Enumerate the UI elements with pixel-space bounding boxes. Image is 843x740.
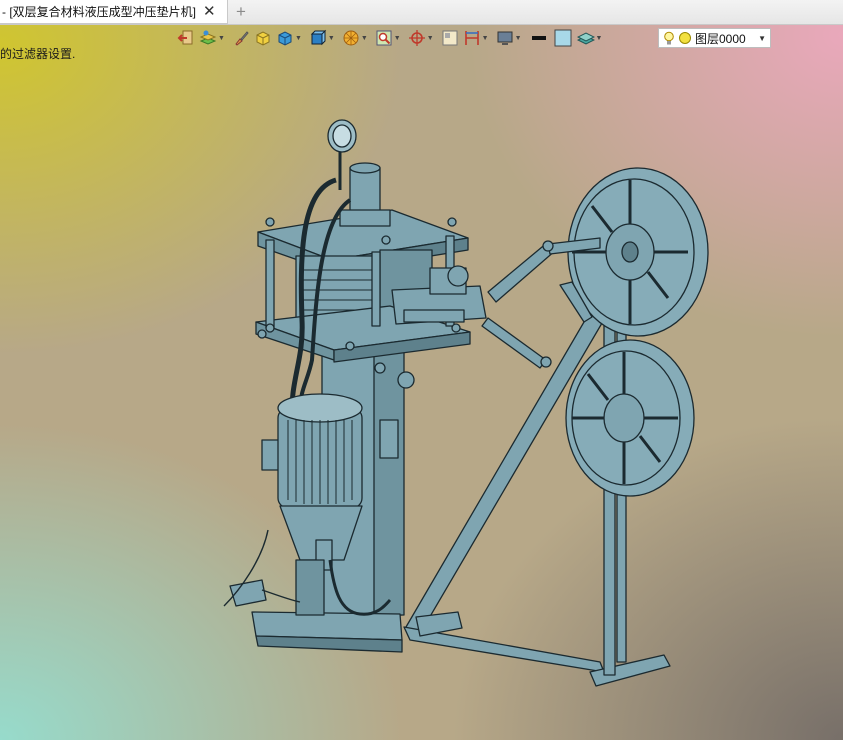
control-box [379, 419, 399, 459]
new-tab-button[interactable]: + [236, 2, 246, 22]
tab-title: - [双层复合材料液压成型冲压垫片机] [2, 5, 196, 19]
floor-plate-right [589, 654, 671, 687]
model-viewport[interactable]: 的过滤器设置. ▼ ▼ ▼ ▼ ▼ ▼ ▼ ▼ ▼ 图层0000 ▼ [0, 25, 843, 740]
feed-wheel [447, 265, 469, 287]
link-arm-lower [481, 317, 547, 369]
tab-bar: - [双层复合材料液压成型冲压垫片机] ✕ + [0, 0, 843, 25]
close-icon[interactable]: ✕ [203, 4, 216, 19]
lower-reel [565, 339, 695, 497]
pivot [542, 240, 554, 252]
pedal-cable [261, 589, 301, 603]
pivot [540, 356, 552, 368]
guide-rod [265, 239, 275, 329]
upper-reel [559, 167, 709, 337]
cylinder-mount [339, 209, 391, 227]
handwheel [397, 371, 415, 389]
cylinder-cap [349, 162, 381, 174]
floor-beam-left [415, 611, 463, 637]
gauge-face [332, 124, 352, 148]
hydraulic-cylinder [349, 167, 381, 217]
machine-model[interactable] [0, 25, 843, 740]
document-tab[interactable]: - [双层复合材料液压成型冲压垫片机] ✕ [0, 0, 228, 24]
guide-rod [371, 251, 381, 327]
feed-rail [403, 309, 465, 323]
base-plate [251, 611, 403, 641]
